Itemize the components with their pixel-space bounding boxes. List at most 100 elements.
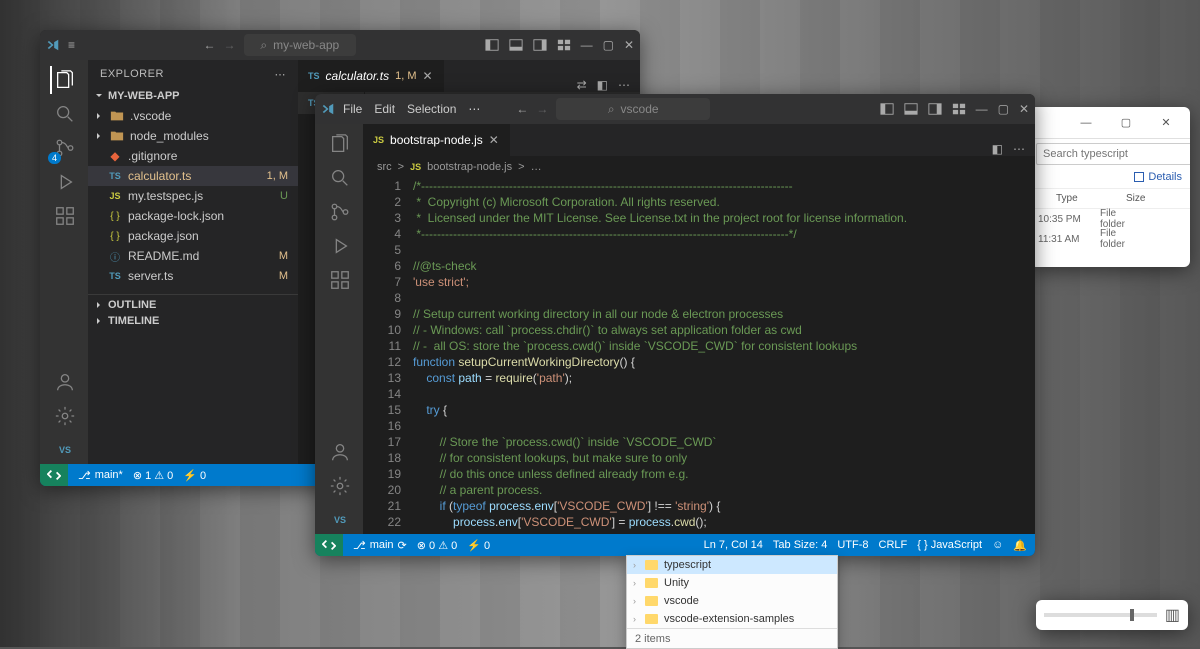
activity-remote-badge[interactable]: VS xyxy=(325,506,353,534)
activity-extensions[interactable] xyxy=(50,202,78,230)
maximize-icon[interactable]: ▢ xyxy=(603,38,614,52)
menu-edit[interactable]: Edit xyxy=(374,102,395,116)
project-section-header[interactable]: MY-WEB-APP xyxy=(88,88,298,104)
more-icon[interactable]: ⋯ xyxy=(1013,142,1025,156)
nav-back-icon[interactable]: ← xyxy=(204,38,216,52)
explorer-titlebar[interactable]: — ▢ ✕ xyxy=(1030,107,1190,139)
file-row[interactable]: { }package.json xyxy=(88,226,298,246)
command-center[interactable]: ⌕ vscode xyxy=(556,98,710,120)
popup-item[interactable]: ›vscode xyxy=(627,592,837,610)
timeline-section[interactable]: TIMELINE xyxy=(88,313,298,329)
minimize-icon[interactable]: — xyxy=(1068,111,1104,135)
status-ports[interactable]: ⚡ 0 xyxy=(183,469,206,482)
close-icon[interactable]: ✕ xyxy=(1019,102,1029,116)
status-ports[interactable]: ⚡ 0 xyxy=(467,539,490,552)
layout-right-icon[interactable] xyxy=(533,38,547,52)
checkbox-icon[interactable] xyxy=(1134,172,1144,182)
explorer-row[interactable]: 11:31 AMFile folder xyxy=(1030,229,1190,249)
popup-item[interactable]: ›typescript xyxy=(627,556,837,574)
close-icon[interactable]: ✕ xyxy=(624,38,634,52)
activity-remote-badge[interactable]: VS xyxy=(50,436,78,464)
command-center[interactable]: ⌕ my-web-app xyxy=(244,34,357,56)
activity-explorer[interactable] xyxy=(325,130,353,158)
status-cursor[interactable]: Ln 7, Col 14 xyxy=(704,539,763,551)
layout-bottom-icon[interactable] xyxy=(904,102,918,116)
nav-fwd-icon[interactable]: → xyxy=(224,38,236,52)
zoom-slider[interactable] xyxy=(1044,613,1157,617)
popup-item[interactable]: ›vscode-extension-samples xyxy=(627,610,837,628)
nav-fwd-icon[interactable]: → xyxy=(536,102,548,116)
maximize-icon[interactable]: ▢ xyxy=(998,102,1009,116)
activity-debug[interactable] xyxy=(50,168,78,196)
menu-more-icon[interactable]: ⋯ xyxy=(468,102,480,116)
split-icon[interactable]: ◧ xyxy=(597,78,608,92)
layout-left-icon[interactable] xyxy=(485,38,499,52)
code-body[interactable]: /*--------------------------------------… xyxy=(413,178,1035,534)
more-icon[interactable]: ⋯ xyxy=(275,68,287,81)
split-icon[interactable]: ◧ xyxy=(992,142,1003,156)
status-encoding[interactable]: UTF-8 xyxy=(837,539,868,551)
outline-section[interactable]: OUTLINE xyxy=(88,297,298,313)
tab-close-icon[interactable]: ✕ xyxy=(489,133,499,147)
menu-selection[interactable]: Selection xyxy=(407,102,456,116)
file-row[interactable]: JSmy.testspec.jsU xyxy=(88,186,298,206)
layout-right-icon[interactable] xyxy=(928,102,942,116)
status-eol[interactable]: CRLF xyxy=(879,539,908,551)
file-row[interactable]: TScalculator.ts1, M xyxy=(88,166,298,186)
activity-account[interactable] xyxy=(50,368,78,396)
editor-tab[interactable]: TS calculator.ts 1, M ✕ xyxy=(298,60,444,92)
status-language[interactable]: { } JavaScript xyxy=(917,539,982,551)
bell-icon[interactable]: 🔔 xyxy=(1013,539,1027,552)
layout-left-icon[interactable] xyxy=(880,102,894,116)
editor-tab[interactable]: JS bootstrap-node.js ✕ xyxy=(363,124,510,156)
activity-explorer[interactable] xyxy=(50,66,78,94)
layout-custom-icon[interactable] xyxy=(952,102,966,116)
nav-back-icon[interactable]: ← xyxy=(516,102,528,116)
layout-custom-icon[interactable] xyxy=(557,38,571,52)
activity-extensions[interactable] xyxy=(325,266,353,294)
activity-settings[interactable] xyxy=(50,402,78,430)
remote-indicator[interactable] xyxy=(40,464,68,486)
maximize-icon[interactable]: ▢ xyxy=(1108,111,1144,135)
code-editor[interactable]: 12345678910111213141516171819202122 /*--… xyxy=(363,178,1035,534)
explorer-row[interactable]: 10:35 PMFile folder xyxy=(1030,209,1190,229)
minimize-icon[interactable]: — xyxy=(581,38,593,52)
menu-icon[interactable]: ≡ xyxy=(68,38,75,52)
remote-indicator[interactable] xyxy=(315,534,343,556)
details-button[interactable]: Details xyxy=(1148,171,1182,183)
titlebar[interactable]: File Edit Selection ⋯ ← → ⌕ vscode — ▢ ✕ xyxy=(315,94,1035,124)
activity-account[interactable] xyxy=(325,438,353,466)
search-input[interactable] xyxy=(1036,143,1190,165)
close-icon[interactable]: ✕ xyxy=(1148,111,1184,135)
status-indent[interactable]: Tab Size: 4 xyxy=(773,539,827,551)
activity-scm[interactable] xyxy=(325,198,353,226)
activity-settings[interactable] xyxy=(325,472,353,500)
more-icon[interactable]: ⋯ xyxy=(618,78,630,92)
file-row[interactable]: ◆.gitignore xyxy=(88,146,298,166)
file-row[interactable]: { }package-lock.json xyxy=(88,206,298,226)
view-icon[interactable]: ▥ xyxy=(1165,605,1180,625)
file-row[interactable]: .vscode xyxy=(88,106,298,126)
file-row[interactable]: node_modules xyxy=(88,126,298,146)
feedback-icon[interactable]: ☺ xyxy=(992,539,1003,551)
popup-item[interactable]: ›Unity xyxy=(627,574,837,592)
status-problems[interactable]: ⊗ 1 ⚠ 0 xyxy=(133,469,173,482)
status-problems[interactable]: ⊗ 0 ⚠ 0 xyxy=(417,539,457,552)
activity-scm[interactable]: 4 xyxy=(50,134,78,162)
breadcrumb[interactable]: src > JS bootstrap-node.js > … xyxy=(363,156,1035,178)
compare-icon[interactable]: ⇄ xyxy=(577,78,587,92)
col-size[interactable]: Size xyxy=(1126,193,1166,204)
status-branch[interactable]: ⎇ main* xyxy=(78,469,123,482)
activity-search[interactable] xyxy=(50,100,78,128)
activity-search[interactable] xyxy=(325,164,353,192)
file-row[interactable]: TSserver.tsM xyxy=(88,266,298,286)
tab-close-icon[interactable]: ✕ xyxy=(423,69,433,83)
file-row[interactable]: ⓘREADME.mdM xyxy=(88,246,298,266)
titlebar[interactable]: ≡ ← → ⌕ my-web-app — ▢ ✕ xyxy=(40,30,640,60)
minimize-icon[interactable]: — xyxy=(976,102,988,116)
activity-debug[interactable] xyxy=(325,232,353,260)
status-branch[interactable]: ⎇ main ⟳ xyxy=(353,539,407,552)
col-type[interactable]: Type xyxy=(1056,193,1126,204)
menu-file[interactable]: File xyxy=(343,102,362,116)
layout-bottom-icon[interactable] xyxy=(509,38,523,52)
